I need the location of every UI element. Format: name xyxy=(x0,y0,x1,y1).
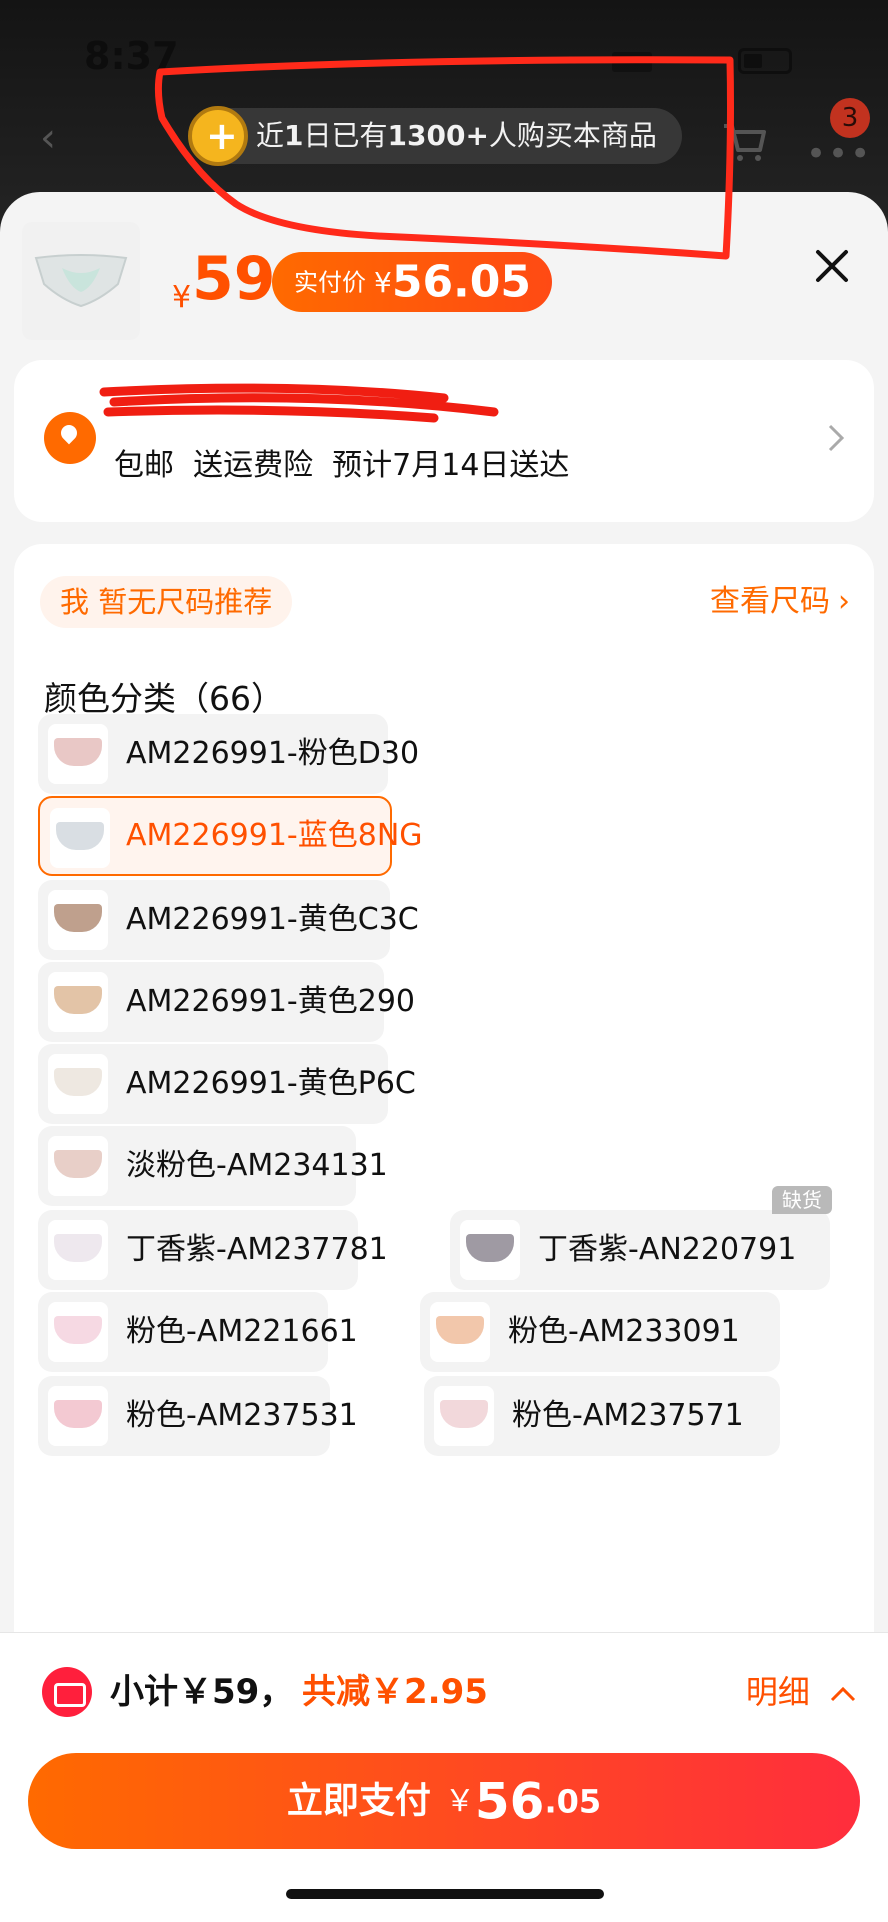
status-time: 8:37 xyxy=(84,34,179,78)
promo-mid: 日已有 xyxy=(303,119,388,152)
option-label: 粉色-AM233091 xyxy=(508,1314,740,1349)
color-option[interactable]: 粉色-AM237531 xyxy=(38,1376,358,1456)
purchase-count-banner: 近1日已有1300+人购买本商品 xyxy=(190,108,682,164)
home-indicator xyxy=(286,1889,604,1899)
color-option[interactable]: AM226991-黄色290 xyxy=(38,962,415,1042)
option-thumbnail xyxy=(48,1302,108,1362)
sold-out-badge: 缺货 xyxy=(772,1186,832,1214)
cart-count-badge: 3 xyxy=(830,98,870,138)
delivery-info: 包邮 送运费险 预计7月14日送达 xyxy=(114,448,570,483)
color-option[interactable]: AM226991-粉色D30 xyxy=(38,714,419,794)
option-thumbnail xyxy=(430,1302,490,1362)
option-label: 丁香紫-AN220791 xyxy=(538,1232,797,1267)
color-option[interactable]: 丁香紫-AM237781 xyxy=(38,1210,388,1290)
option-thumbnail xyxy=(48,972,108,1032)
back-icon[interactable]: ‹ xyxy=(40,118,76,158)
final-price-value: 56.05 xyxy=(391,256,532,308)
promo-count: 1300+ xyxy=(387,119,489,152)
color-option[interactable]: AM226991-黄色C3C xyxy=(38,880,419,960)
sheet-header: ¥ 59 实付价 ¥56.05 xyxy=(0,192,888,362)
color-option-selected[interactable]: AM226991-蓝色8NG xyxy=(38,796,423,876)
more-icon[interactable]: ••• xyxy=(806,134,872,174)
pay-amount-integer: 56 xyxy=(474,1772,545,1831)
option-label: 丁香紫-AM237781 xyxy=(126,1232,388,1267)
final-price-pill: 实付价 ¥56.05 xyxy=(272,252,552,312)
price-currency: ¥ xyxy=(172,280,192,315)
price-detail-toggle[interactable]: 明细 xyxy=(746,1667,858,1717)
detail-label: 明细 xyxy=(745,1673,810,1711)
close-icon[interactable] xyxy=(814,248,850,284)
option-label: AM226991-黄色P6C xyxy=(126,1066,416,1101)
size-chart-label: 查看尺码 xyxy=(710,584,830,619)
pay-label: 立即支付 xyxy=(286,1780,431,1822)
shopping-bag-icon xyxy=(188,106,248,166)
pay-currency: ￥ xyxy=(444,1783,475,1819)
color-option[interactable]: 淡粉色-AM234131 xyxy=(38,1126,388,1206)
chevron-up-icon xyxy=(830,1686,856,1702)
pay-amount-decimal: .05 xyxy=(544,1782,602,1821)
color-category-title: 颜色分类（66） xyxy=(44,679,284,718)
subtotal-text: 小计￥59， xyxy=(110,1672,294,1712)
option-thumbnail xyxy=(460,1220,520,1280)
cart-icon[interactable] xyxy=(720,118,768,166)
address-card[interactable]: 包邮 送运费险 预计7月14日送达 xyxy=(14,360,874,522)
option-thumbnail xyxy=(48,724,108,784)
promo-days: 1 xyxy=(284,119,304,152)
option-thumbnail xyxy=(50,808,110,868)
chevron-right-icon xyxy=(828,424,845,452)
status-indicators xyxy=(612,44,792,74)
option-label: AM226991-蓝色8NG xyxy=(126,818,423,853)
product-image-icon xyxy=(34,254,128,308)
option-thumbnail xyxy=(434,1386,494,1446)
size-chart-link[interactable]: 查看尺码 › xyxy=(710,578,850,626)
final-price-currency: ¥ xyxy=(374,265,392,299)
location-pin-icon xyxy=(44,412,96,464)
option-thumbnail xyxy=(48,1386,108,1446)
color-option[interactable]: 粉色-AM221661 xyxy=(38,1292,358,1372)
option-label: AM226991-粉色D30 xyxy=(126,736,420,771)
size-recommendation[interactable]: 我 暂无尺码推荐 xyxy=(40,576,293,628)
pay-now-button[interactable]: 立即支付 ￥56.05 xyxy=(28,1753,860,1849)
coupon-icon xyxy=(42,1667,92,1717)
color-option-sold-out[interactable]: 丁香紫-AN220791 缺货 xyxy=(450,1186,832,1290)
chevron-right-icon: › xyxy=(838,584,850,619)
promo-prefix: 近 xyxy=(256,119,285,152)
checkout-bar: 小计￥59， 共减￥2.95 明细 立即支付 ￥56.05 xyxy=(0,1632,888,1922)
option-thumbnail xyxy=(48,890,108,950)
spec-card: 我 暂无尺码推荐 查看尺码 › 颜色分类（66） AM226991-粉色D30 A… xyxy=(14,544,874,1744)
final-price-label: 实付价 xyxy=(294,268,366,297)
color-option[interactable]: 粉色-AM237571 xyxy=(424,1376,780,1456)
option-label: 粉色-AM221661 xyxy=(126,1314,358,1349)
option-label: AM226991-黄色C3C xyxy=(126,902,419,937)
option-thumbnail xyxy=(48,1054,108,1114)
option-label: 粉色-AM237531 xyxy=(126,1398,358,1433)
option-label: AM226991-黄色290 xyxy=(126,984,416,1019)
promo-suffix: 人购买本商品 xyxy=(488,119,657,152)
redacted-address-scribble xyxy=(99,383,499,423)
product-thumbnail[interactable] xyxy=(22,222,140,340)
color-option[interactable]: 粉色-AM233091 xyxy=(420,1292,780,1372)
battery-icon xyxy=(738,48,792,74)
option-label: 淡粉色-AM234131 xyxy=(126,1148,388,1183)
price-value: 59 xyxy=(192,244,276,314)
option-thumbnail xyxy=(48,1220,108,1280)
discount-text: 共减￥2.95 xyxy=(302,1672,488,1712)
option-thumbnail xyxy=(48,1136,108,1196)
signal-icon xyxy=(612,52,652,72)
option-label: 粉色-AM237571 xyxy=(512,1398,744,1433)
color-option[interactable]: AM226991-黄色P6C xyxy=(38,1044,416,1124)
